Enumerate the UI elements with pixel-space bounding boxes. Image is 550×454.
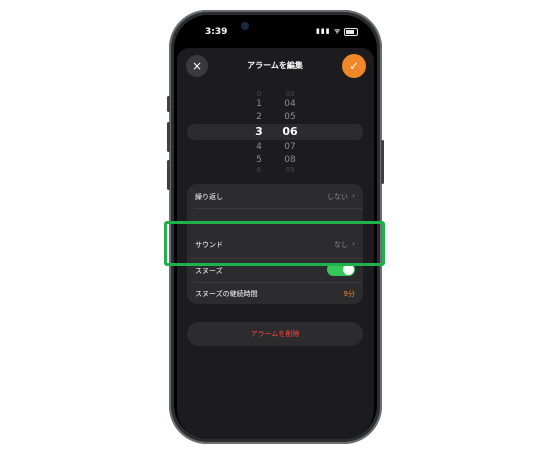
minute-option[interactable]: 03 — [279, 90, 301, 98]
minute-option[interactable]: 09 — [279, 166, 301, 174]
volume-down-button — [167, 160, 170, 190]
hour-option[interactable]: 6 — [248, 166, 270, 174]
volume-up-button — [167, 122, 170, 152]
hour-option[interactable]: 0 — [248, 90, 270, 98]
hour-option[interactable]: 5 — [248, 155, 270, 165]
dynamic-island — [230, 18, 294, 35]
divider — [194, 282, 363, 283]
snooze-duration-value[interactable]: 9分 — [305, 289, 355, 299]
page-title: アラームを編集 — [247, 61, 303, 70]
hour-option[interactable]: 4 — [248, 142, 270, 152]
snooze-duration-label[interactable]: スヌーズの継続時間 — [195, 289, 258, 299]
minute-option[interactable]: 07 — [279, 142, 301, 152]
hour-option[interactable]: 2 — [248, 112, 270, 122]
delete-alarm-button[interactable]: アラームを削除 — [187, 322, 363, 346]
confirm-button[interactable]: ✓ — [342, 54, 366, 78]
minute-option[interactable]: 05 — [279, 112, 301, 122]
mute-switch — [167, 96, 170, 112]
snooze-label: スヌーズ — [195, 267, 223, 275]
repeat-value[interactable]: しない — [300, 192, 348, 202]
power-button — [381, 140, 384, 184]
picker-selection-highlight — [187, 124, 363, 140]
battery-icon — [344, 28, 358, 36]
divider — [194, 208, 363, 209]
chevron-right-icon: › — [352, 191, 356, 200]
minute-selected[interactable]: 06 — [279, 125, 301, 138]
camera-icon — [241, 22, 249, 30]
signal-wifi-icon: ▮▮▮ ᯤ — [316, 27, 342, 35]
minute-option[interactable]: 04 — [279, 99, 301, 109]
hour-option[interactable]: 1 — [248, 99, 270, 109]
sound-row-highlight — [164, 221, 385, 266]
status-time: 3:39 — [205, 27, 228, 37]
repeat-label[interactable]: 繰り返し — [195, 192, 223, 202]
minute-option[interactable]: 08 — [279, 155, 301, 165]
hour-selected[interactable]: 3 — [248, 125, 270, 138]
